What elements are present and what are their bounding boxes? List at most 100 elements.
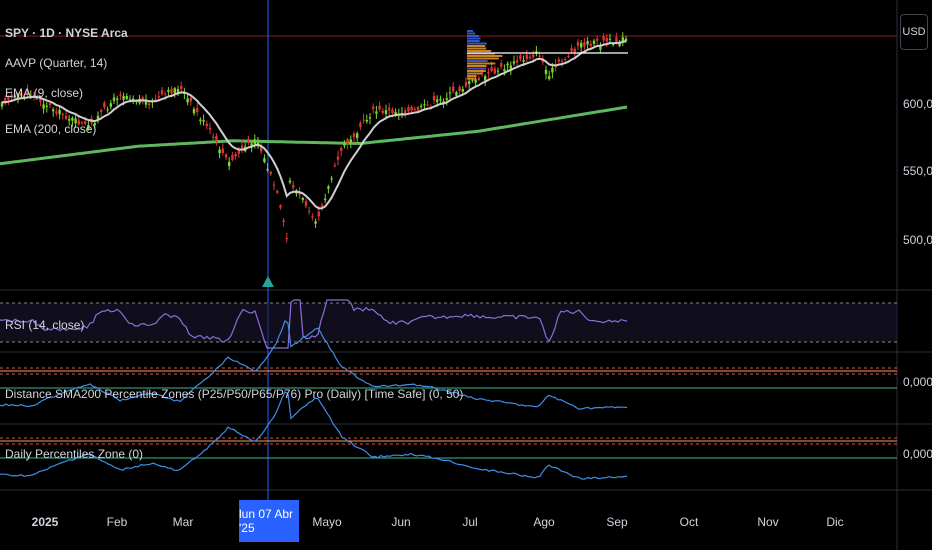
currency-button[interactable]: USD — [900, 14, 928, 50]
candle-body — [218, 149, 221, 154]
indicator-ema9-label[interactable]: EMA (9, close) — [5, 86, 83, 100]
candle-body — [247, 138, 250, 142]
distance-pane-label[interactable]: Distance SMA200 Percentile Zones (P25/P5… — [5, 387, 463, 401]
daily-pane-value: 0,0000 — [903, 447, 932, 461]
volume-profile-bar — [467, 30, 473, 32]
candle-body — [288, 180, 292, 183]
candle-body — [448, 92, 452, 94]
candle-body — [208, 127, 212, 130]
candle-body — [125, 96, 128, 99]
volume-profile-bar — [467, 47, 487, 50]
candle-body — [333, 165, 336, 167]
date-tick-2025: 2025 — [31, 515, 59, 529]
candle-body — [55, 111, 58, 114]
candle-body — [407, 107, 410, 112]
candle-body — [372, 106, 375, 109]
candle-body — [269, 171, 272, 174]
candle-body — [445, 98, 448, 100]
candle-body — [464, 81, 468, 87]
candle-body — [423, 104, 426, 106]
candle-body — [231, 154, 234, 160]
candle-body — [52, 109, 55, 112]
candle-body — [512, 61, 516, 64]
candle-body — [106, 109, 109, 111]
candle-body — [157, 96, 160, 98]
volume-profile-bar — [467, 72, 482, 75]
candle-body — [544, 69, 548, 74]
candle-body — [576, 41, 580, 46]
date-tick-dic: Dic — [826, 515, 844, 529]
candle-body — [557, 59, 560, 62]
candle-body — [548, 76, 551, 80]
candle-body — [173, 88, 176, 94]
volume-profile-bar — [467, 55, 503, 57]
candle-body — [314, 221, 317, 224]
volume-profile-bar — [467, 50, 492, 52]
candle-body — [215, 135, 218, 141]
candle-body — [365, 120, 368, 122]
candle-body — [68, 119, 71, 121]
candle-body — [528, 56, 532, 59]
candle-body — [64, 115, 68, 119]
indicator-ema200-label[interactable]: EMA (200, close) — [5, 122, 96, 136]
candle-body — [199, 119, 202, 122]
candle-body — [359, 122, 362, 128]
candle-body — [122, 96, 125, 100]
candle-body — [605, 38, 608, 42]
volume-profile-bar — [467, 37, 481, 40]
candle-body — [103, 102, 106, 108]
candle-body — [471, 79, 474, 81]
candle-body — [308, 211, 311, 213]
daily-pane-line — [0, 391, 628, 480]
candle-body — [148, 103, 151, 106]
candle-body — [487, 71, 490, 74]
rsi-pane-label[interactable]: RSI (14, close) — [5, 318, 84, 332]
date-tick-mayo: Mayo — [312, 515, 342, 529]
candle-body — [525, 54, 528, 59]
candle-body — [621, 37, 624, 42]
candle-body — [48, 103, 52, 106]
candle-body — [276, 190, 279, 193]
candle-body — [580, 43, 583, 48]
candle-body — [538, 55, 541, 57]
candle-body — [346, 139, 349, 144]
candle-body — [378, 105, 381, 110]
candle-body — [324, 198, 327, 201]
date-tick-jun: Jun — [391, 515, 411, 529]
candle-body — [452, 86, 455, 92]
volume-profile-bar — [467, 75, 477, 77]
volume-profile-bar — [467, 70, 486, 72]
indicator-aavp-label[interactable]: AAVP (Quarter, 14) — [5, 56, 107, 70]
candle-body — [596, 38, 599, 41]
date-tick-feb: Feb — [106, 515, 128, 529]
candle-body — [586, 41, 589, 45]
candle-body — [58, 109, 61, 115]
candle-body — [164, 93, 167, 95]
candle-body — [573, 48, 576, 53]
candle-body — [189, 97, 192, 102]
volume-profile-bar — [467, 57, 499, 60]
distance-pane-value: 0,0000 — [903, 375, 932, 389]
daily-pane-label[interactable]: Daily Percentiles Zone (0) — [5, 447, 143, 461]
price-tick-600: 600,00 — [903, 97, 932, 111]
candle-body — [266, 168, 269, 171]
candle-body — [458, 86, 461, 91]
candle-body — [490, 67, 493, 72]
volume-profile-bar — [467, 77, 475, 80]
chart-canvas[interactable] — [0, 0, 932, 550]
candle-body — [112, 97, 116, 101]
candle-body — [292, 184, 295, 188]
candle-body — [375, 111, 378, 114]
candle-body — [336, 156, 340, 160]
candle-body — [170, 88, 173, 94]
candle-body — [221, 148, 224, 154]
candle-body — [570, 48, 573, 52]
volume-profile-bar — [467, 62, 496, 65]
volume-profile-bar — [467, 42, 487, 45]
candle-body — [167, 90, 170, 92]
candle-body — [615, 37, 618, 42]
candle-body — [388, 107, 391, 111]
candle-body — [589, 43, 592, 46]
candle-body — [263, 158, 266, 163]
candle-body — [519, 55, 522, 60]
